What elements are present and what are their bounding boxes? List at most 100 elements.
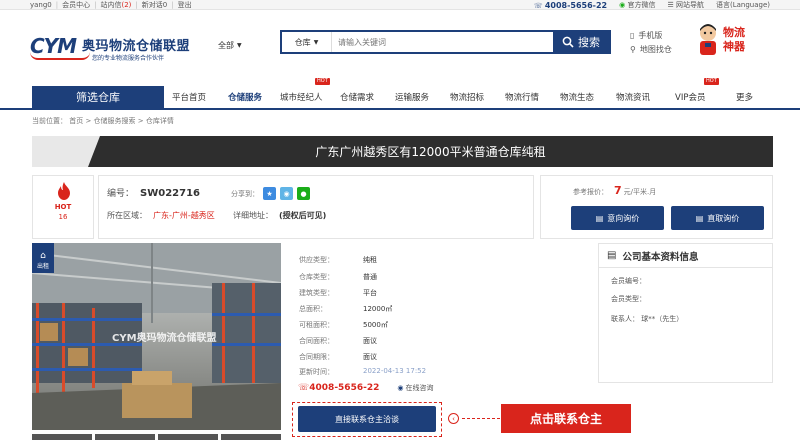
thumbnail[interactable]: [32, 434, 92, 440]
menu-icon: ☰: [667, 1, 674, 9]
mascot-icon: [700, 24, 716, 55]
hot-count: 16: [58, 213, 68, 221]
top-right-links: ☏ 4008-5656-22 ◉ 官方微信 ☰ 网站导航 语言(Language…: [534, 0, 770, 10]
contact-row: ☏4008-5656-22 ◉ 在线咨询: [298, 383, 433, 393]
mobile-icon: ▯: [630, 30, 635, 40]
member-type: 会员类型：: [611, 295, 646, 303]
member-center-link[interactable]: 会员中心: [62, 0, 90, 10]
hot-badge: HOT: [315, 78, 330, 85]
online-consult-link[interactable]: ◉ 在线咨询: [397, 383, 433, 393]
nav-item-home[interactable]: 平台首页: [172, 86, 206, 108]
company-heading: ▤ 公司基本资料信息: [599, 244, 772, 268]
new-chat-count: 0: [162, 1, 168, 9]
divider: |: [171, 1, 174, 9]
thumbnail[interactable]: [95, 434, 155, 440]
listing-title: 广东广州越秀区有12000平米普通仓库纯租: [315, 145, 546, 159]
nav-item-more[interactable]: 更多: [736, 86, 753, 108]
wechat-link[interactable]: ◉ 官方微信: [619, 0, 655, 10]
side-links: ▯ 手机版 ⚲ 地图找仓: [630, 28, 672, 56]
search-bar: 仓库 ▼ 搜索: [280, 30, 611, 54]
site-nav-link[interactable]: ☰ 网站导航: [667, 0, 704, 10]
caret-down-icon: ▼: [237, 42, 242, 49]
hot-indicator: HOT 16: [32, 175, 94, 239]
warehouse-photo[interactable]: ⌂ 出租 CYM奥玛物流仓储联盟: [32, 243, 281, 430]
wechat-icon: ◉: [619, 1, 626, 9]
member-number: 会员编号：: [611, 277, 646, 285]
detail-row: 仓库类型： 普通: [299, 273, 377, 281]
price-panel: 参考报价： 7 元/平米.月 ▤ 意向询价 ▤ 直取询价: [540, 175, 773, 239]
new-chat-link[interactable]: 新对话0: [142, 0, 167, 10]
photo-thumbnails: [32, 434, 281, 440]
document-icon: ▤: [695, 213, 704, 223]
divider: |: [94, 1, 97, 9]
map-pin-icon: ⚲: [630, 44, 636, 54]
search-input[interactable]: [332, 32, 553, 52]
username[interactable]: yang0: [30, 1, 52, 9]
search-icon: [562, 36, 574, 48]
filter-warehouse-button[interactable]: 筛选仓库: [32, 86, 164, 108]
detail-row: 总面积： 12000㎡: [299, 305, 393, 313]
listing-banner: 广东广州越秀区有12000平米普通仓库纯租: [32, 136, 773, 167]
language-link[interactable]: 语言(Language): [716, 0, 770, 10]
mascot-promo[interactable]: 物流 神器: [697, 24, 773, 60]
search-category-select[interactable]: 仓库 ▼: [282, 32, 332, 52]
thumbnail[interactable]: [221, 434, 281, 440]
weibo-share-icon[interactable]: ◉: [280, 187, 293, 200]
callout-label: 点击联系仓主: [501, 404, 631, 433]
nav-item-transport[interactable]: 运输服务: [395, 86, 429, 108]
divider: |: [55, 1, 59, 9]
reference-price: 参考报价： 7 元/平米.月: [573, 184, 657, 197]
direct-inquiry-button[interactable]: ▤ 直取询价: [671, 206, 764, 230]
user-links: yang0 | 会员中心 | 站内信(2) | 新对话0 | 登出: [30, 0, 192, 10]
breadcrumb: 当前位置： 首页 > 仓储服务搜索 > 仓库详情: [32, 117, 174, 125]
callout-connector: [462, 418, 500, 419]
nav-item-news[interactable]: 物流资讯: [616, 86, 650, 108]
listing-address: 详细地址： (授权后可见): [233, 211, 327, 220]
logo-swoosh: [30, 52, 90, 60]
mobile-link[interactable]: ▯ 手机版: [630, 28, 672, 42]
nav-item-city-broker[interactable]: 城市经纪人: [280, 86, 323, 108]
nav-item-storage-demand[interactable]: 仓储需求: [340, 86, 374, 108]
flame-icon: [58, 182, 70, 200]
caret-down-icon: ▼: [313, 38, 319, 46]
photo-watermark: CYM奥玛物流仓储联盟: [112, 333, 217, 344]
map-link[interactable]: ⚲ 地图找仓: [630, 42, 672, 56]
nav-item-vip[interactable]: VIP会员: [675, 86, 705, 108]
detail-row: 合同面积： 面议: [299, 337, 377, 345]
detail-row: 可租面积： 5000㎡: [299, 321, 388, 329]
detail-row: 建筑类型： 平台: [299, 289, 377, 297]
phone-icon: ☏: [533, 1, 543, 10]
thumbnail[interactable]: [158, 434, 218, 440]
for-rent-tag: ⌂ 出租: [32, 243, 54, 273]
divider: |: [135, 1, 138, 9]
company-info-panel: ▤ 公司基本资料信息 会员编号： 会员类型： 联系人： 球**（先生）: [598, 243, 773, 383]
contact-person: 联系人： 球**（先生）: [611, 315, 684, 323]
share-bar: 分享到： ★ ◉ ●: [231, 187, 310, 200]
logout-link[interactable]: 登出: [178, 0, 192, 10]
nav-item-market[interactable]: 物流行情: [505, 86, 539, 108]
detail-row: 合同期限： 面议: [299, 353, 377, 361]
wechat-share-icon[interactable]: ●: [297, 187, 310, 200]
qzone-share-icon[interactable]: ★: [263, 187, 276, 200]
house-icon: ⌂: [40, 251, 46, 261]
messages-count: (2): [121, 1, 132, 9]
hot-label: HOT: [54, 203, 72, 211]
listing-code: 编号： SW022716: [107, 188, 200, 199]
all-category-dropdown[interactable]: 全部 ▼: [218, 40, 242, 51]
top-bar: yang0 | 会员中心 | 站内信(2) | 新对话0 | 登出 ☏ 4008…: [0, 0, 800, 10]
search-button[interactable]: 搜索: [553, 32, 609, 52]
warehouse-details: 供应类型： 纯租 仓库类型： 普通 建筑类型： 平台 总面积： 12000㎡ 可租面积：…: [291, 243, 589, 380]
logo-slogan: 您的专业物流服务合作伙伴: [92, 55, 165, 62]
nav-item-ecology[interactable]: 物流生态: [560, 86, 594, 108]
nav-item-tender[interactable]: 物流招标: [450, 86, 484, 108]
messages-link[interactable]: 站内信(2): [100, 0, 131, 10]
contact-owner-button[interactable]: 直接联系仓主洽谈: [298, 406, 436, 432]
main-nav: 筛选仓库 平台首页 仓储服务 城市经纪人 HOT 仓储需求 运输服务 物流招标 …: [0, 78, 800, 110]
intent-inquiry-button[interactable]: ▤ 意向询价: [571, 206, 664, 230]
mascot-text: 物流 神器: [723, 26, 745, 53]
nav-item-warehouse-service[interactable]: 仓储服务: [228, 86, 262, 108]
hotline: ☏ 4008-5656-22: [533, 0, 608, 10]
site-logo[interactable]: CYM 奥玛物流仓储联盟 您的专业物流服务合作伙伴: [30, 30, 220, 64]
contact-phone[interactable]: ☏4008-5656-22: [298, 383, 379, 393]
logo-name: 奥玛物流仓储联盟: [82, 39, 191, 54]
